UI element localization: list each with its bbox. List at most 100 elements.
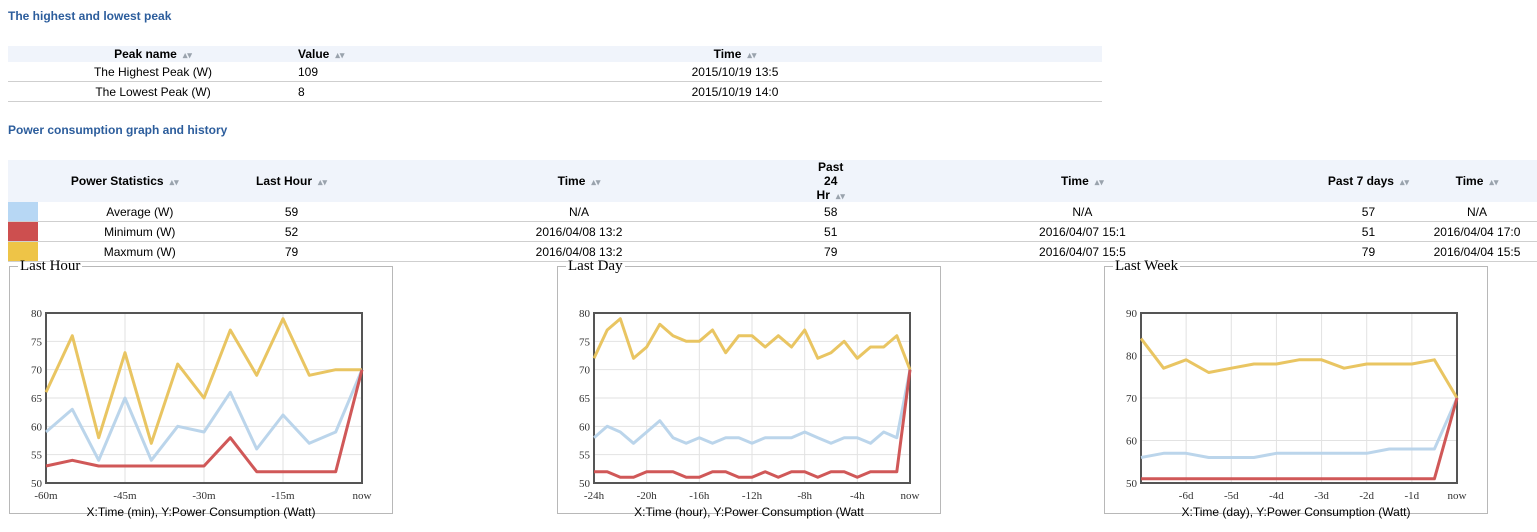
column-header-past-24-hr[interactable]: Past 24 Hr ▴▾ — [816, 160, 845, 202]
x-tick-label: -20h — [637, 490, 658, 502]
minimum-row: Minimum (W) 52 2016/04/08 13:2 51 2016/04/07… — [8, 221, 1537, 242]
average-series-line — [1140, 397, 1459, 459]
y-tick-label: 75 — [31, 336, 43, 348]
sort-icon[interactable]: ▴▾ — [1095, 177, 1104, 187]
y-tick-label: 60 — [31, 421, 43, 433]
header-label: Peak name — [114, 47, 177, 61]
y-tick-label: 75 — [579, 336, 591, 348]
sort-icon[interactable]: ▴▾ — [836, 191, 845, 201]
y-tick-label: 80 — [579, 308, 591, 320]
peak-section-title: The highest and lowest peak — [8, 9, 172, 23]
column-header-past-7-days[interactable]: Past 7 days ▴▾ — [1319, 160, 1417, 202]
y-tick-label: 70 — [579, 365, 591, 377]
minimum-series-line — [1141, 397, 1459, 481]
x-tick-label: -1d — [1405, 490, 1420, 502]
column-header-time[interactable]: Time ▴▾ — [368, 46, 1102, 62]
y-tick-label: 50 — [1126, 478, 1138, 490]
peak-table: Peak name ▴▾ Value ▴▾ Time ▴▾ The Highest P… — [8, 46, 1102, 102]
y-tick-label: 50 — [31, 478, 43, 490]
last-week-chart-box: Last Week 50 60 70 80 90 -6d -5d -4d -3d -2d -1d no… — [1104, 258, 1488, 519]
x-tick-label: now — [901, 490, 920, 502]
y-tick-label: 55 — [31, 450, 43, 462]
statistic-label: Average (W) — [38, 202, 242, 222]
column-header-peak-name[interactable]: Peak name ▴▾ — [8, 46, 298, 62]
x-tick-label: -24h — [584, 490, 605, 502]
header-label: Time — [557, 174, 586, 188]
y-tick-label: 60 — [1126, 436, 1138, 448]
peak-time-cell: 2015/10/19 13:5 — [368, 62, 1102, 82]
last-hour-chart: 50 55 60 65 70 75 80 -60m -45m -30m -15m now — [31, 308, 372, 502]
power-statistics-table: Power Statistics ▴▾ Last Hour ▴▾ Time ▴▾ Pa… — [8, 160, 1537, 262]
header-label: Power Statistics — [70, 174, 164, 188]
y-tick-label: 70 — [1126, 393, 1138, 405]
header-label: Time — [713, 47, 742, 61]
sort-icon[interactable]: ▴▾ — [1400, 177, 1409, 187]
last-week-chart: 50 60 70 80 90 -6d -5d -4d -3d -2d -1d now — [1126, 308, 1467, 502]
power-section-title: Power consumption graph and history — [8, 123, 228, 137]
sort-icon[interactable]: ▴▾ — [170, 177, 179, 187]
y-tick-label: 65 — [579, 393, 591, 405]
color-swatch — [8, 222, 38, 241]
swatch-cell — [8, 202, 38, 222]
peak-value-cell: 8 — [298, 81, 368, 102]
header-label: Time — [1455, 174, 1484, 188]
sort-icon[interactable]: ▴▾ — [747, 50, 756, 60]
y-tick-label: 80 — [31, 308, 43, 320]
x-tick-label: -30m — [192, 490, 216, 502]
peak-time-cell: 2015/10/19 14:0 — [368, 81, 1102, 102]
header-label: Last Hour — [256, 174, 313, 188]
peak-value-cell: 109 — [298, 62, 368, 82]
chart-title: Last Hour — [20, 258, 81, 274]
peak-name-cell: The Lowest Peak (W) — [8, 81, 298, 102]
average-row: Average (W) 59 N/A 58 N/A 57 N/A — [8, 202, 1537, 222]
statistic-cell: N/A — [1417, 202, 1537, 222]
statistic-cell: 2016/04/08 13:2 — [341, 221, 817, 242]
x-tick-label: now — [353, 490, 372, 502]
x-tick-label: -45m — [113, 490, 137, 502]
x-tick-label: -6d — [1179, 490, 1194, 502]
x-tick-label: now — [1448, 490, 1467, 502]
header-label: Time — [1060, 174, 1089, 188]
x-tick-label: -12h — [742, 490, 763, 502]
statistic-cell: 59 — [241, 202, 342, 222]
y-tick-label: 60 — [579, 421, 591, 433]
last-day-chart: 50 55 60 65 70 75 80 -24h -20h -16h -12h -8h -4h now — [579, 308, 920, 502]
y-tick-label: 90 — [1126, 308, 1138, 320]
peak-name-cell: The Highest Peak (W) — [8, 62, 298, 82]
statistic-cell: 51 — [1319, 221, 1417, 242]
sort-icon[interactable]: ▴▾ — [591, 177, 600, 187]
y-tick-label: 65 — [31, 393, 43, 405]
y-tick-label: 50 — [579, 478, 591, 490]
x-axis-caption: X:Time (hour), Y:Power Consumption (Watt — [634, 505, 864, 519]
x-axis-caption: X:Time (day), Y:Power Consumption (Watt) — [1181, 505, 1411, 519]
table-row: The Lowest Peak (W) 8 2015/10/19 14:0 — [8, 81, 1102, 102]
y-tick-label: 55 — [579, 450, 591, 462]
maximum-series-line — [1139, 337, 1459, 399]
column-header-time[interactable]: Time ▴▾ — [341, 160, 817, 202]
y-tick-label: 80 — [1126, 351, 1138, 363]
statistic-cell: 57 — [1319, 202, 1417, 222]
sort-icon[interactable]: ▴▾ — [335, 50, 344, 60]
statistic-cell: 52 — [241, 221, 342, 242]
column-header-value[interactable]: Value ▴▾ — [298, 46, 368, 62]
x-tick-label: -15m — [271, 490, 295, 502]
last-hour-chart-box: Last Hour 50 55 60 65 70 75 80 -60m -45m -30m -15m… — [9, 258, 393, 519]
x-tick-label: -4d — [1269, 490, 1284, 502]
x-tick-label: -60m — [34, 490, 58, 502]
x-tick-label: -4h — [850, 490, 865, 502]
x-tick-label: -3d — [1314, 490, 1329, 502]
last-day-chart-box: Last Day 50 55 60 65 70 75 80 -24h -20h -16h -12h -… — [557, 258, 941, 519]
column-header-time[interactable]: Time ▴▾ — [844, 160, 1320, 202]
y-tick-label: 70 — [31, 365, 43, 377]
sort-icon[interactable]: ▴▾ — [183, 50, 192, 60]
column-header-time[interactable]: Time ▴▾ — [1417, 160, 1537, 202]
statistic-cell: N/A — [341, 202, 817, 222]
column-header-last-hour[interactable]: Last Hour ▴▾ — [241, 160, 342, 202]
chart-title: Last Day — [568, 258, 623, 274]
column-header-power-statistics[interactable]: Power Statistics ▴▾ — [8, 160, 242, 202]
statistic-cell: N/A — [844, 202, 1320, 222]
x-axis-caption: X:Time (min), Y:Power Consumption (Watt) — [86, 505, 316, 519]
swatch-cell — [8, 221, 38, 242]
sort-icon[interactable]: ▴▾ — [318, 177, 327, 187]
sort-icon[interactable]: ▴▾ — [1489, 177, 1498, 187]
